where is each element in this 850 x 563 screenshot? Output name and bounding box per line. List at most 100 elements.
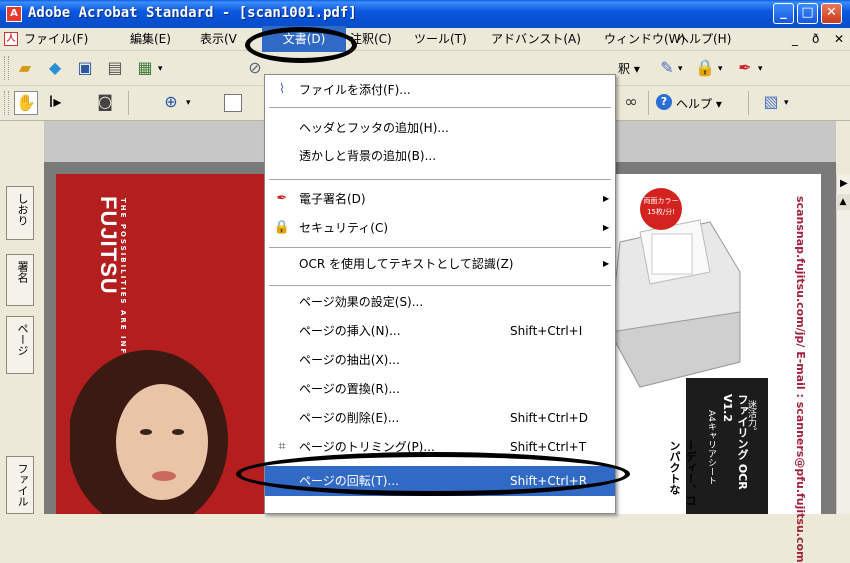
open-folder-icon[interactable]: ▰ — [14, 57, 36, 79]
paperclip-icon: ⌇ — [278, 82, 286, 97]
menu-item-security[interactable]: 🔒 セキュリティ(C) ▶ — [265, 215, 615, 241]
menu-separator — [269, 285, 611, 286]
fujitsu-logo: FUJITSU — [96, 196, 121, 295]
chevron-down-icon[interactable]: ▾ — [186, 98, 191, 108]
document-menu-dropdown: ⌇ ファイルを添付(F)... ヘッダとフッタの追加(H)... 透かしと背景の… — [264, 74, 616, 514]
pen-icon: ✒ — [276, 191, 288, 206]
save-icon[interactable]: ▣ — [74, 57, 96, 79]
annotation-oval — [245, 27, 357, 63]
menu-item-label: ページの削除(E)... — [299, 411, 400, 425]
lock-icon: 🔒 — [273, 220, 291, 235]
print-icon[interactable]: ▤ — [104, 57, 126, 79]
email-icon[interactable]: ▦ — [134, 57, 156, 79]
menu-item-shortcut: Shift+Ctrl+D — [510, 411, 588, 425]
chevron-down-icon[interactable]: ▾ — [718, 64, 723, 74]
menu-item-page-transitions[interactable]: ページ効果の設定(S)... — [265, 289, 615, 315]
headline-text: 迷活力。 — [746, 400, 756, 436]
menu-help[interactable]: ヘルプ(H) — [677, 30, 731, 48]
zoom-in-icon[interactable]: ⊕ — [160, 91, 182, 113]
chevron-down-icon[interactable]: ▾ — [158, 64, 163, 74]
extras-icon[interactable]: ▧ — [760, 91, 782, 113]
menu-item-extract-pages[interactable]: ページの抽出(X)... — [265, 347, 615, 373]
toolbar-separator — [748, 91, 749, 115]
close-button[interactable]: ✕ — [821, 3, 842, 24]
submenu-arrow-icon: ▶ — [603, 259, 610, 268]
help-button[interactable]: ヘルプ ▾ — [676, 95, 722, 112]
menu-item-digital-signature[interactable]: ✒ 電子署名(D) ▶ — [265, 186, 615, 212]
menu-item-add-watermark[interactable]: 透かしと背景の追加(B)... — [265, 143, 615, 169]
promo-badge: 両面カラー 15枚/分! — [640, 188, 682, 230]
chevron-down-icon[interactable]: ▾ — [678, 64, 683, 74]
contact-url-text: scansnap.fujitsu.com/jp/ E-mail : scanne… — [794, 196, 807, 563]
menu-item-label: 透かしと背景の追加(B)... — [299, 149, 437, 163]
menu-item-label: 電子署名(D) — [299, 192, 366, 206]
help-icon[interactable]: ? — [656, 94, 672, 110]
tab-pages[interactable]: ページ — [6, 316, 34, 374]
toolbar-grip[interactable] — [4, 56, 9, 80]
snapshot-icon[interactable]: ◙ — [94, 91, 116, 113]
tab-attachments[interactable]: ファイル — [6, 456, 34, 514]
organizer-icon[interactable]: ◆ — [44, 57, 66, 79]
secure-icon[interactable]: 🔒 — [694, 57, 716, 79]
menu-item-add-header-footer[interactable]: ヘッダとフッタの追加(H)... — [265, 115, 615, 141]
menu-item-replace-pages[interactable]: ページの置換(R)... — [265, 376, 615, 402]
menu-view[interactable]: 表示(V — [200, 30, 237, 48]
page-view-icon[interactable] — [224, 94, 242, 112]
doc-restore-button[interactable]: ð — [812, 30, 819, 48]
crop-icon: ⌗ — [278, 439, 286, 454]
menu-item-attach-file[interactable]: ⌇ ファイルを添付(F)... — [265, 77, 615, 103]
menu-item-label: セキュリティ(C) — [299, 221, 389, 235]
menu-item-delete-pages[interactable]: ページの削除(E)... Shift+Ctrl+D — [265, 405, 615, 431]
help-button-label: ヘルプ — [676, 97, 713, 111]
sign-icon[interactable]: ✒ — [734, 57, 756, 79]
menu-file[interactable]: ファイル(F) — [24, 30, 88, 48]
scroll-up-button[interactable]: ▲ — [836, 194, 850, 210]
doc-minimize-button[interactable]: _ — [792, 30, 798, 48]
menu-item-ocr[interactable]: OCR を使用してテキストとして認識(Z) ▶ — [265, 251, 615, 277]
tab-signatures-label: 署名 — [16, 261, 29, 283]
woman-photo — [70, 350, 228, 514]
tab-pages-label: ページ — [16, 323, 29, 356]
menu-item-label: ページの挿入(N)... — [299, 324, 401, 338]
chevron-down-icon[interactable]: ▾ — [758, 64, 763, 74]
menu-tools[interactable]: ツール(T) — [414, 30, 467, 48]
document-icon[interactable]: 人 — [4, 32, 18, 46]
tab-bookmarks[interactable]: しおり — [6, 186, 34, 240]
menu-separator — [269, 179, 611, 180]
menu-item-label: ページの抽出(X)... — [299, 353, 400, 367]
menu-item-shortcut: Shift+Ctrl+I — [510, 324, 583, 338]
toolbar-separator — [128, 91, 129, 115]
menu-item-label: ページ効果の設定(S)... — [299, 295, 424, 309]
acrobat-icon[interactable]: A — [6, 6, 22, 22]
vertical-scrollbar[interactable] — [836, 174, 850, 514]
chevron-down-icon[interactable]: ▾ — [784, 98, 789, 108]
annotation-oval — [236, 452, 630, 496]
comment-icon[interactable]: ✎ — [656, 57, 678, 79]
menu-item-label: ヘッダとフッタの追加(H)... — [299, 121, 449, 135]
select-text-icon[interactable]: I▸ — [44, 91, 66, 113]
menu-item-label: ファイルを添付(F)... — [299, 83, 411, 97]
menu-separator — [269, 107, 611, 108]
scanner-photo — [609, 219, 741, 388]
feature-text: ーディー、コンパクトな — [668, 440, 697, 506]
menu-edit[interactable]: 編集(E) — [130, 30, 171, 48]
menu-item-insert-pages[interactable]: ページの挿入(N)... Shift+Ctrl+I — [265, 318, 615, 344]
comment-dropdown[interactable]: 注釈釈 ▾ — [618, 60, 640, 77]
chevron-right-icon[interactable]: ▶ — [840, 178, 848, 189]
minimize-button[interactable]: _ — [773, 3, 794, 24]
attach-icon[interactable]: ⊘ — [244, 57, 266, 79]
tab-bookmarks-label: しおり — [16, 193, 29, 226]
toolbar-grip[interactable] — [4, 91, 9, 115]
menu-window[interactable]: ウィンドウ(W) — [604, 30, 685, 48]
toolbar-separator — [648, 91, 649, 115]
tab-attachments-label: ファイル — [16, 463, 29, 507]
binoculars-icon[interactable]: ∞ — [620, 91, 642, 113]
tab-signatures[interactable]: 署名 — [6, 254, 34, 306]
submenu-arrow-icon: ▶ — [603, 194, 610, 203]
menu-item-label: ページの置換(R)... — [299, 382, 400, 396]
maximize-button[interactable]: □ — [797, 3, 818, 24]
doc-close-button[interactable]: ✕ — [834, 30, 844, 48]
menu-separator — [269, 247, 611, 248]
menu-advanced[interactable]: アドバンスト(A) — [491, 30, 581, 48]
hand-tool-icon[interactable]: ✋ — [14, 91, 38, 115]
